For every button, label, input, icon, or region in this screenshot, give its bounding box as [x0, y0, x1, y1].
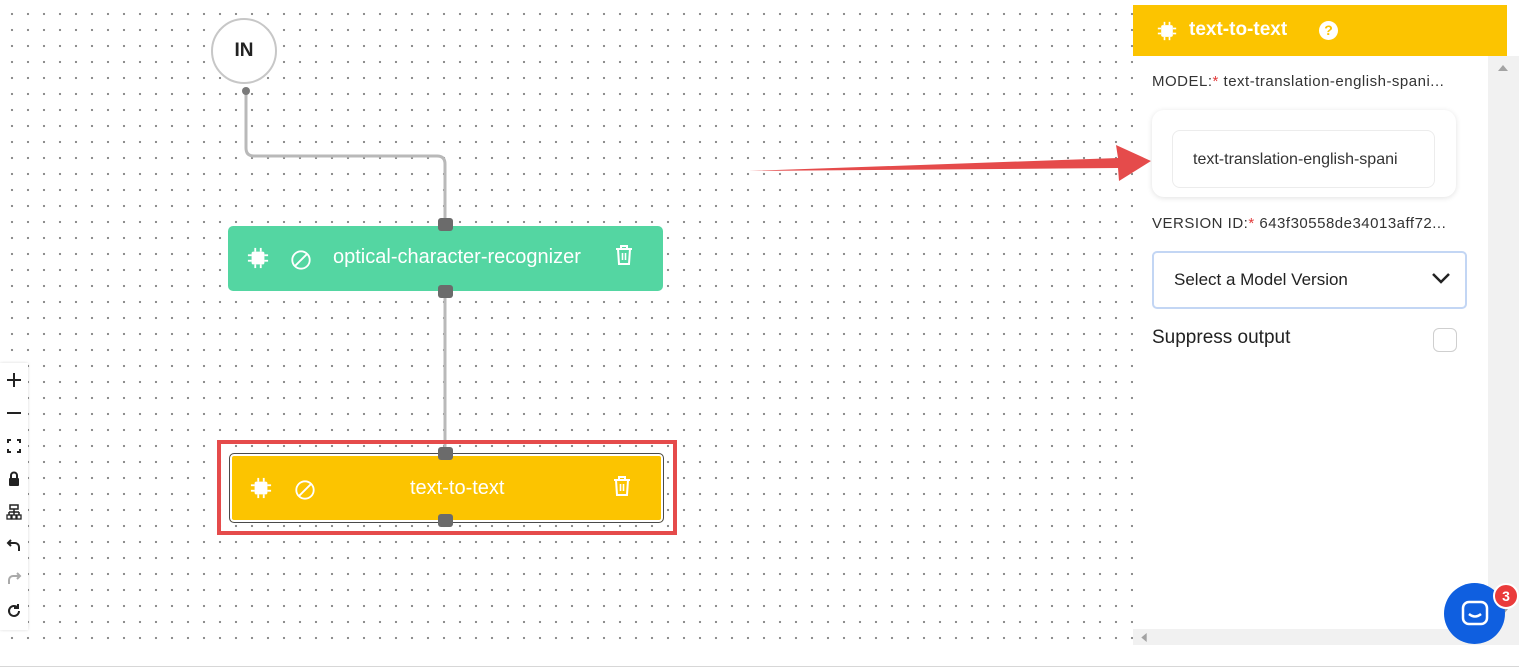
help-icon[interactable]: ?	[1319, 21, 1338, 40]
model-value: text-translation-english-spani...	[1223, 73, 1445, 90]
suppress-output-label: Suppress output	[1152, 327, 1291, 348]
model-version-select[interactable]: Select a Model Version	[1152, 251, 1467, 309]
properties-panel: text-to-text ? MODEL:* text-translation-…	[1133, 5, 1519, 645]
chat-icon	[1461, 600, 1488, 625]
lock-icon	[9, 471, 19, 486]
undo-icon	[6, 538, 20, 551]
minus-icon	[7, 411, 21, 414]
canvas-controls	[0, 363, 28, 630]
t2t-input-handle[interactable]	[438, 447, 453, 460]
input-node-handle[interactable]	[242, 87, 250, 95]
panel-header: text-to-text ?	[1133, 5, 1507, 56]
vertical-scrollbar[interactable]	[1488, 56, 1519, 629]
input-node[interactable]: IN	[211, 18, 277, 84]
zoom-in-button[interactable]	[0, 363, 28, 396]
trash-icon[interactable]	[614, 244, 634, 266]
model-card: text-translation-english-spani	[1152, 110, 1456, 197]
trash-icon[interactable]	[612, 475, 632, 497]
version-field: VERSION ID:* 643f30558de34013aff72...	[1152, 215, 1446, 232]
plus-icon	[7, 372, 21, 387]
scroll-left-icon[interactable]	[1141, 633, 1147, 642]
layout-icon	[6, 503, 22, 520]
refresh-icon	[8, 603, 20, 617]
chip-icon	[250, 477, 272, 499]
node-label: optical-character-recognizer	[333, 246, 581, 268]
ocr-output-handle[interactable]	[438, 285, 453, 298]
disable-icon[interactable]	[294, 479, 316, 501]
required-mark: *	[1248, 215, 1255, 232]
model-label: MODEL:	[1152, 73, 1213, 90]
node-optical-character-recognizer[interactable]: optical-character-recognizer	[228, 226, 663, 291]
node-label: text-to-text	[410, 477, 505, 499]
lock-button[interactable]	[0, 462, 28, 495]
suppress-output-checkbox[interactable]	[1433, 328, 1457, 352]
version-label: VERSION ID:	[1152, 215, 1249, 232]
flow-canvas[interactable]	[0, 0, 1133, 645]
node-text-to-text[interactable]: text-to-text	[229, 453, 664, 523]
disable-icon[interactable]	[290, 249, 312, 271]
required-mark: *	[1212, 73, 1219, 90]
chevron-down-icon	[1432, 273, 1450, 284]
select-placeholder: Select a Model Version	[1174, 270, 1348, 289]
fit-view-button[interactable]	[0, 429, 28, 462]
auto-layout-button[interactable]	[0, 495, 28, 528]
version-value: 643f30558de34013aff72...	[1259, 215, 1447, 232]
panel-title: text-to-text	[1189, 19, 1288, 40]
input-node-label: IN	[234, 40, 254, 61]
t2t-output-handle[interactable]	[438, 514, 453, 527]
redo-icon	[8, 571, 22, 584]
undo-button[interactable]	[0, 528, 28, 561]
redo-button[interactable]	[0, 561, 28, 594]
fit-view-icon	[7, 438, 21, 453]
chip-icon	[1157, 21, 1177, 41]
model-chip[interactable]: text-translation-english-spani	[1172, 130, 1435, 188]
ocr-input-handle[interactable]	[438, 218, 453, 231]
scroll-up-icon[interactable]	[1498, 65, 1508, 71]
model-field: MODEL:* text-translation-english-spani..…	[1152, 73, 1444, 90]
refresh-button[interactable]	[0, 594, 28, 627]
bottom-divider	[0, 666, 1519, 667]
chip-icon	[247, 247, 269, 269]
zoom-out-button[interactable]	[0, 396, 28, 429]
notification-badge: 3	[1493, 583, 1519, 609]
